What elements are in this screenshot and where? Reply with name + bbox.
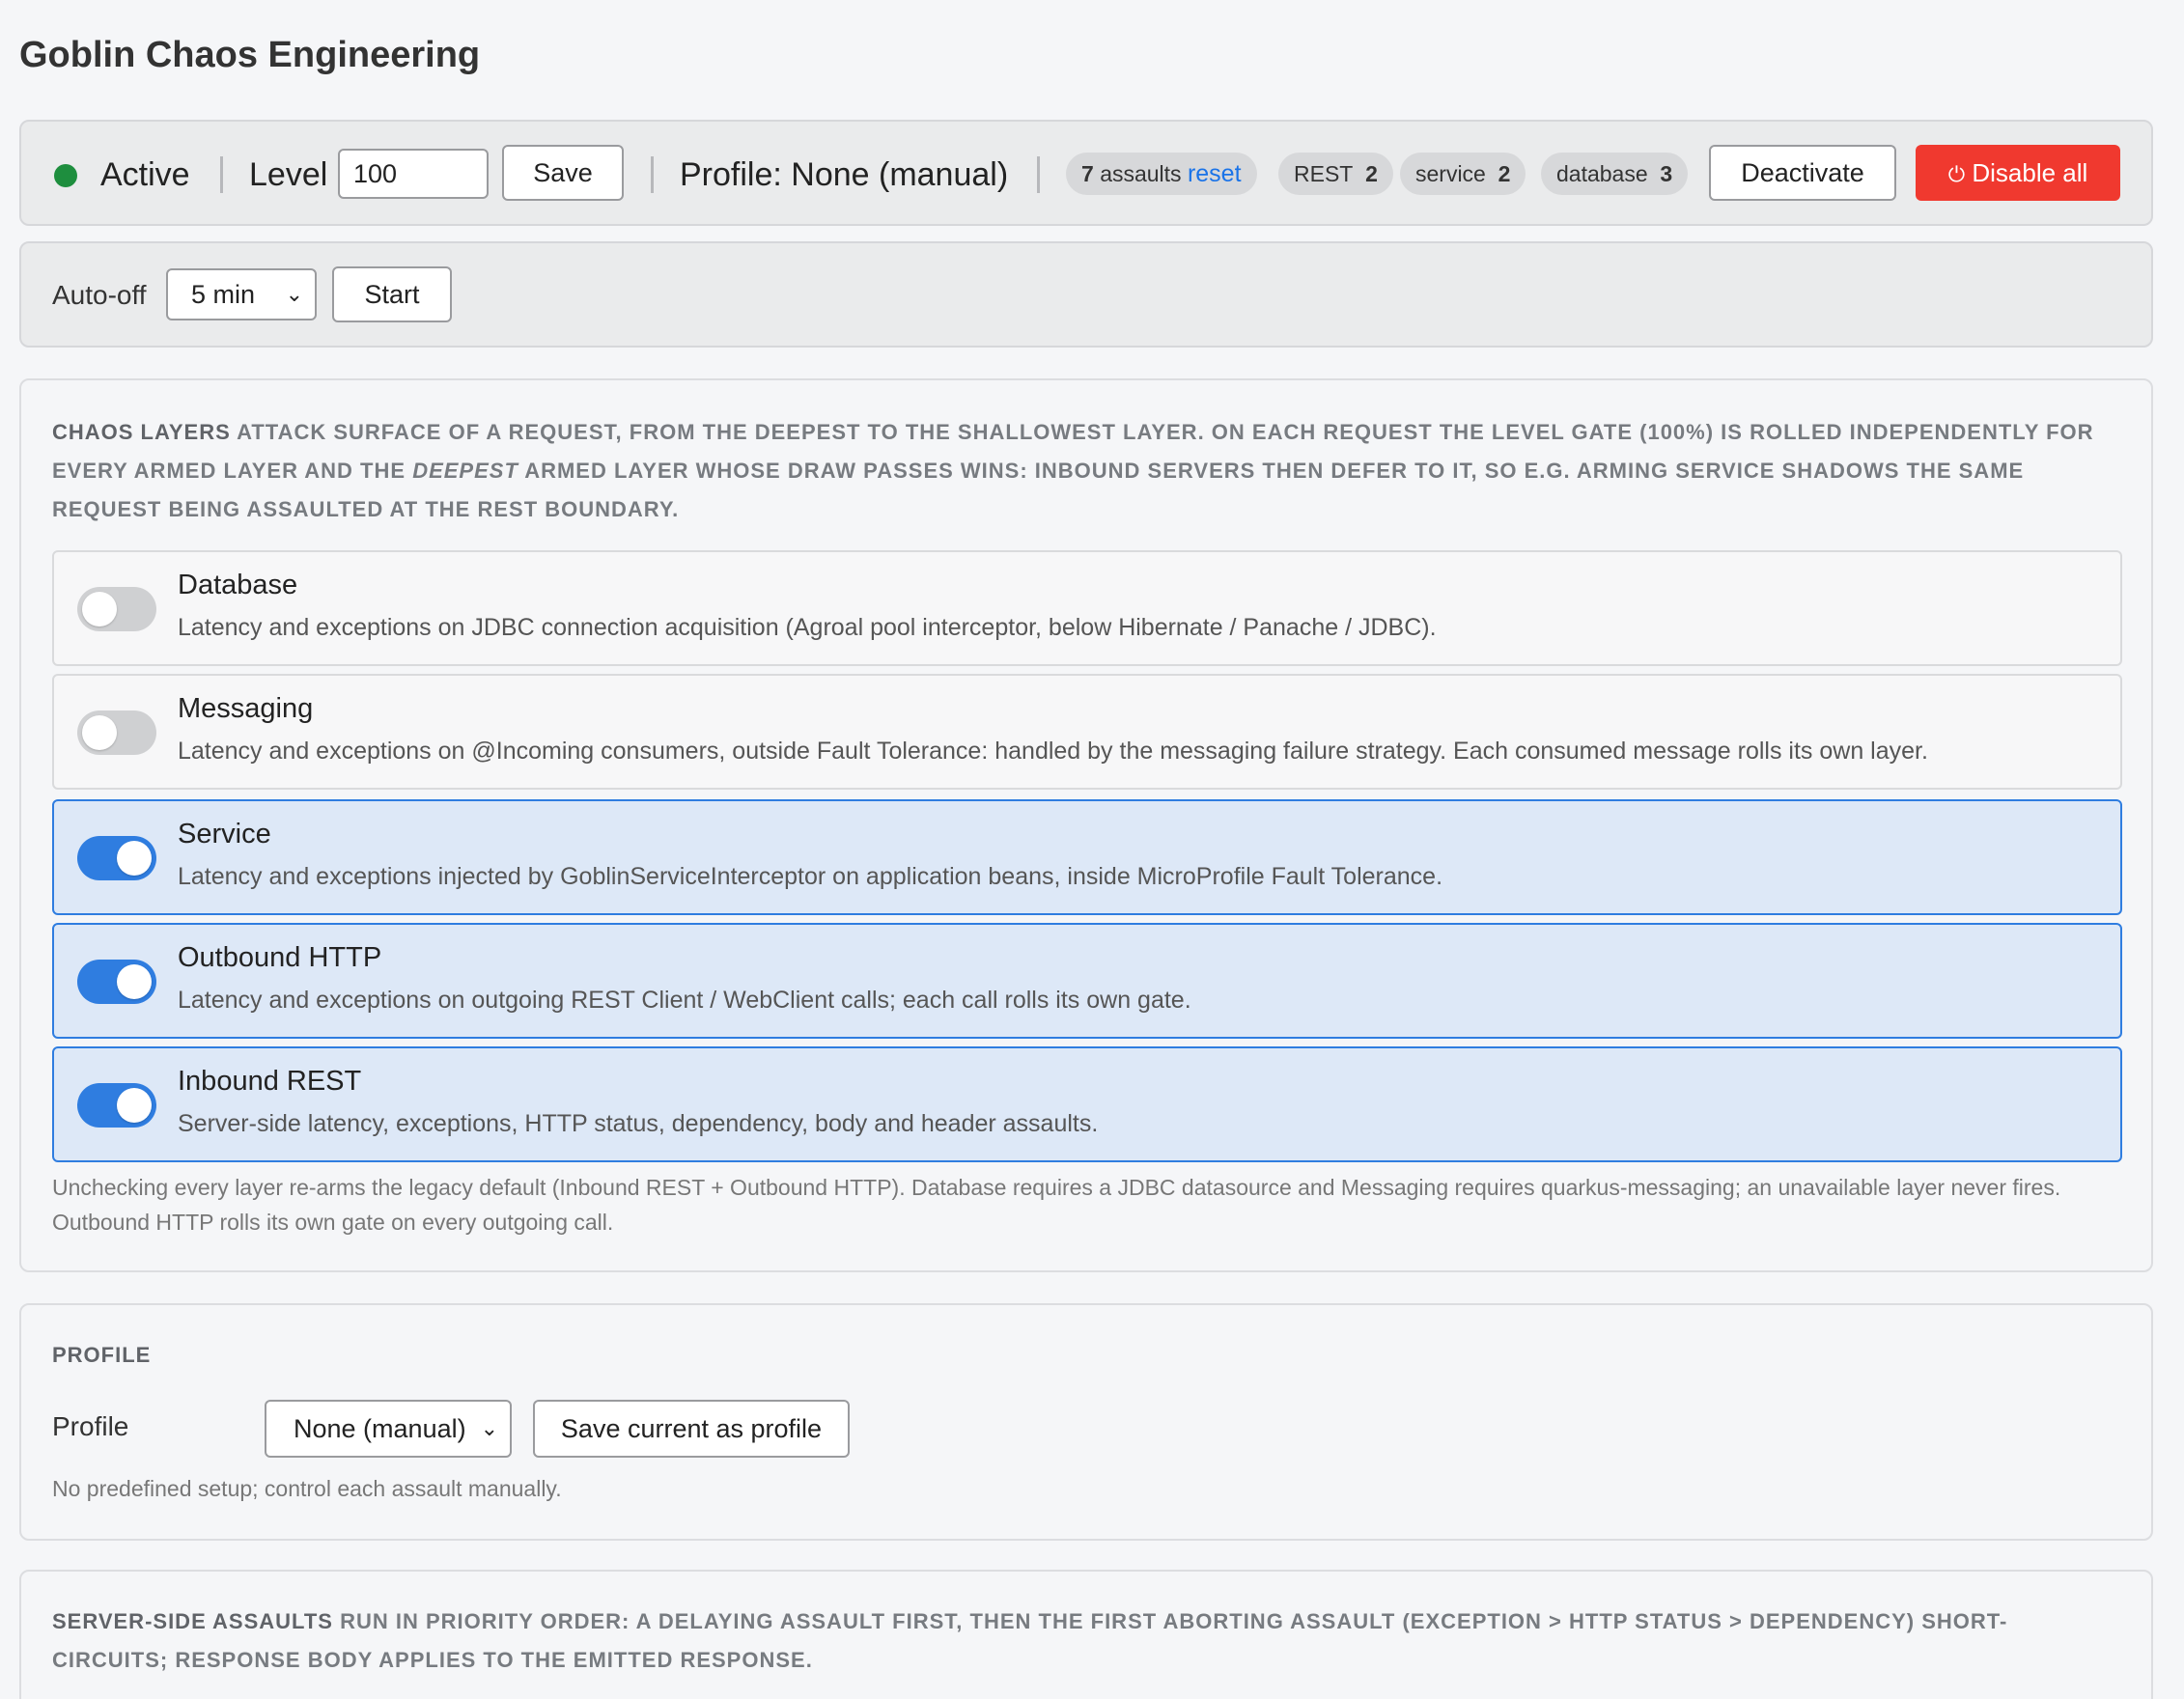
divider: [651, 156, 654, 193]
layer-messaging: Messaging Latency and exceptions on @Inc…: [52, 674, 2122, 790]
layers-note-line: Outbound HTTP rolls its own gate on ever…: [52, 1210, 614, 1235]
layer-title: Messaging: [178, 693, 314, 724]
chip-label: service: [1415, 161, 1486, 186]
layer-outbound-http: Outbound HTTP Latency and exceptions on …: [52, 923, 2122, 1039]
section-desc: run in priority order: a delaying assaul…: [340, 1609, 2008, 1633]
layer-desc: Latency and exceptions injected by Gobli…: [178, 863, 1443, 890]
layers-note: Unchecking every layer re-arms the legac…: [52, 1170, 2128, 1239]
layer-inbound-rest: Inbound REST Server-side latency, except…: [52, 1046, 2122, 1162]
chip-label: REST: [1294, 161, 1354, 186]
level-label: Level: [249, 156, 328, 193]
disable-all-label: Disable all: [1972, 158, 2088, 187]
section-desc: circuits; response body applies to the e…: [52, 1648, 813, 1672]
level-input[interactable]: 100: [338, 149, 489, 199]
chevron-down-icon: ⌄: [285, 282, 303, 306]
chip-service: service 2: [1400, 153, 1526, 195]
app-title: Goblin Chaos Engineering: [19, 35, 481, 75]
chip-count: 2: [1365, 161, 1378, 186]
layer-title: Service: [178, 819, 271, 850]
profile-field-label: Profile: [52, 1411, 129, 1441]
chaos-layers-heading: Chaos Layers attack surface of a request…: [52, 413, 2128, 529]
chip-label: database: [1556, 161, 1648, 186]
chip-count: 3: [1660, 161, 1673, 186]
chevron-down-icon: ⌄: [480, 1416, 498, 1440]
server-assaults-heading: Server-side assaults run in priority ord…: [52, 1602, 2128, 1680]
layer-title: Inbound REST: [178, 1066, 362, 1097]
profile-selected: None (manual): [294, 1414, 466, 1443]
section-desc-emphasis: deepest: [412, 459, 518, 483]
toggle-knob: [82, 715, 117, 750]
deactivate-button[interactable]: Deactivate: [1709, 145, 1896, 201]
save-profile-button[interactable]: Save current as profile: [533, 1400, 850, 1458]
assaults-chip: 7 assaults reset: [1066, 153, 1257, 195]
server-assaults-card: Server-side assaults run in priority ord…: [19, 1570, 2153, 1699]
layer-desc: Latency and exceptions on @Incoming cons…: [178, 738, 1928, 765]
autooff-bar: Auto-off 5 min ⌄ Start: [19, 241, 2153, 348]
divider: [220, 156, 223, 193]
layer-desc: Latency and exceptions on JDBC connectio…: [178, 614, 1437, 641]
layer-toggle[interactable]: [77, 836, 156, 880]
toggle-knob: [117, 841, 152, 876]
layer-database: Database Latency and exceptions on JDBC …: [52, 550, 2122, 666]
profile-status: Profile: None (manual): [680, 156, 1009, 193]
toggle-knob: [117, 1088, 152, 1123]
assaults-count: 7: [1081, 161, 1094, 186]
profile-card: Profile Profile None (manual) ⌄ Save cur…: [19, 1303, 2153, 1541]
toggle-knob: [117, 964, 152, 999]
status-dot-icon: [54, 164, 77, 187]
power-icon: ⏻: [1947, 162, 1966, 186]
profile-hint: No predefined setup; control each assaul…: [52, 1476, 562, 1501]
chaos-layers-card: Chaos Layers attack surface of a request…: [19, 378, 2153, 1272]
section-title: Chaos Layers: [52, 420, 231, 444]
status-bar: Active Level 100 Save Profile: None (man…: [19, 120, 2153, 226]
disable-all-button[interactable]: ⏻ Disable all: [1916, 145, 2120, 201]
profile-heading: Profile: [52, 1336, 2128, 1375]
layer-title: Outbound HTTP: [178, 942, 382, 973]
chip-database: database 3: [1541, 153, 1689, 195]
divider: [1037, 156, 1040, 193]
layer-toggle[interactable]: [77, 710, 156, 755]
assaults-label: assaults: [1100, 161, 1182, 186]
autooff-label: Auto-off: [52, 280, 147, 310]
profile-select[interactable]: None (manual) ⌄: [265, 1400, 512, 1458]
layer-toggle[interactable]: [77, 960, 156, 1004]
chip-count: 2: [1498, 161, 1511, 186]
status-label: Active: [100, 156, 190, 193]
layer-toggle[interactable]: [77, 1083, 156, 1128]
layers-note-line: Unchecking every layer re-arms the legac…: [52, 1175, 2061, 1200]
start-button[interactable]: Start: [332, 266, 452, 322]
autooff-select[interactable]: 5 min ⌄: [166, 268, 317, 320]
layer-toggle[interactable]: [77, 587, 156, 631]
section-title: Server-side assaults: [52, 1609, 333, 1633]
save-level-button[interactable]: Save: [502, 145, 624, 201]
layer-desc: Latency and exceptions on outgoing REST …: [178, 987, 1191, 1014]
chip-rest: REST 2: [1278, 153, 1393, 195]
layer-service: Service Latency and exceptions injected …: [52, 799, 2122, 915]
layer-desc: Server-side latency, exceptions, HTTP st…: [178, 1110, 1099, 1137]
toggle-knob: [82, 592, 117, 627]
section-title: Profile: [52, 1343, 152, 1367]
autooff-selected: 5 min: [191, 280, 256, 309]
layer-title: Database: [178, 570, 298, 600]
reset-link[interactable]: reset: [1188, 160, 1242, 187]
